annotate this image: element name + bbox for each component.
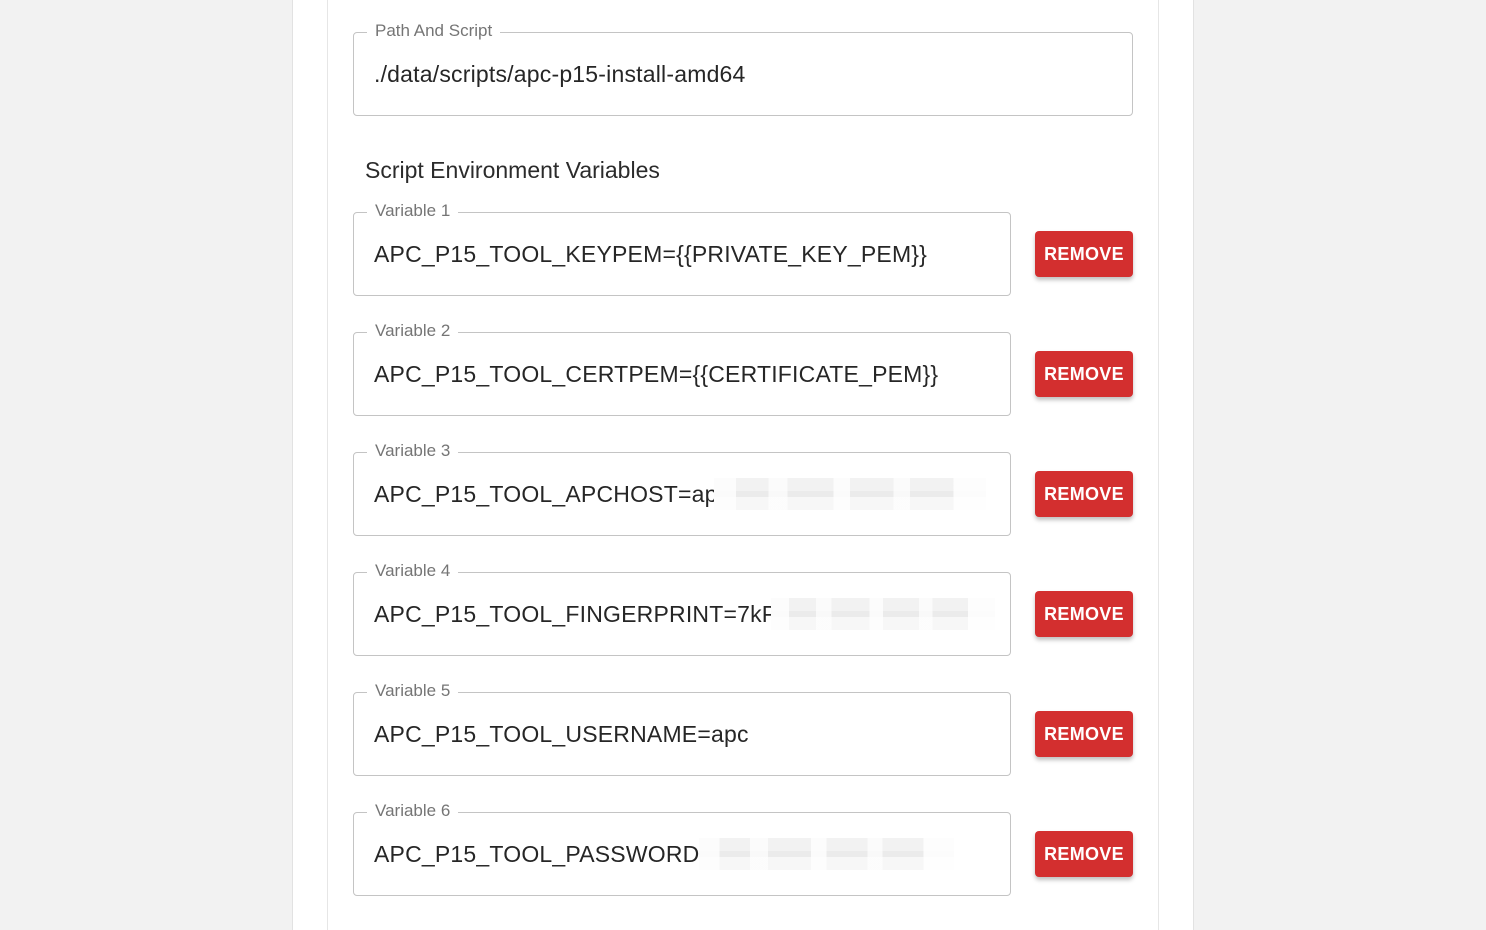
variable-5-label: Variable 5 [367,681,459,701]
variable-3-label: Variable 3 [367,441,459,461]
variable-4-label: Variable 4 [367,561,459,581]
remove-variable-3-button[interactable]: REMOVE [1035,471,1133,517]
variable-1-field[interactable]: Variable 1 APC_P15_TOOL_KEYPEM={{PRIVATE… [353,201,1011,296]
remove-variable-6-button[interactable]: REMOVE [1035,831,1133,877]
variable-1-value[interactable]: APC_P15_TOOL_KEYPEM={{PRIVATE_KEY_PEM}} [374,240,927,268]
variable-6-field[interactable]: Variable 6 APC_P15_TOOL_PASSWORD= [353,801,1011,896]
variable-3-value[interactable]: APC_P15_TOOL_APCHOST=apc [374,480,729,508]
redacted-block [699,838,954,870]
variable-6-label: Variable 6 [367,801,459,821]
variable-6-value[interactable]: APC_P15_TOOL_PASSWORD= [374,840,713,868]
redacted-block [771,598,995,630]
variable-2-field[interactable]: Variable 2 APC_P15_TOOL_CERTPEM={{CERTIF… [353,321,1011,416]
remove-variable-1-button[interactable]: REMOVE [1035,231,1133,277]
variable-2-value[interactable]: APC_P15_TOOL_CERTPEM={{CERTIFICATE_PEM}} [374,360,938,388]
redacted-block [714,478,986,510]
variable-5-field[interactable]: Variable 5 APC_P15_TOOL_USERNAME=apc [353,681,1011,776]
variable-2-label: Variable 2 [367,321,459,341]
remove-variable-2-button[interactable]: REMOVE [1035,351,1133,397]
variable-4-value[interactable]: APC_P15_TOOL_FINGERPRINT=7kPI [374,600,784,628]
remove-variable-4-button[interactable]: REMOVE [1035,591,1133,637]
variable-5-value[interactable]: APC_P15_TOOL_USERNAME=apc [374,720,749,748]
path-and-script-label: Path And Script [367,21,501,41]
variable-3-field[interactable]: Variable 3 APC_P15_TOOL_APCHOST=apc [353,441,1011,536]
variable-4-field[interactable]: Variable 4 APC_P15_TOOL_FINGERPRINT=7kPI [353,561,1011,656]
path-and-script-value[interactable]: ./data/scripts/apc-p15-install-amd64 [374,60,746,88]
path-and-script-field[interactable]: Path And Script ./data/scripts/apc-p15-i… [353,21,1133,116]
remove-variable-5-button[interactable]: REMOVE [1035,711,1133,757]
env-variables-title: Script Environment Variables [365,157,660,183]
variable-1-label: Variable 1 [367,201,459,221]
